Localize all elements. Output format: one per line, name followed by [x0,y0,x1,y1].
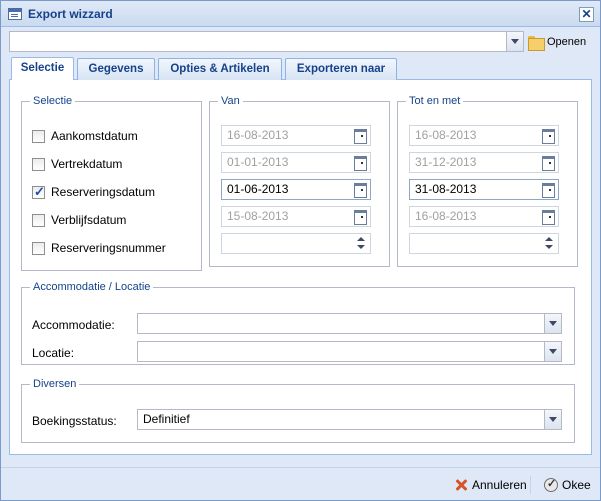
calendar-icon[interactable] [538,180,558,199]
checkbox-vertrekdatum[interactable]: Vertrekdatum [32,156,122,172]
van-reserveringsnummer-field[interactable] [221,233,371,254]
tab-opties-artikelen[interactable]: Opties & Artikelen [158,58,282,80]
tot-en-met-legend: Tot en met [409,95,461,107]
date-value: 16-08-2013 [227,128,289,142]
checkbox-label: Verblijfsdatum [51,213,127,227]
calendar-icon[interactable] [538,126,558,145]
locatie-label: Locatie: [32,346,75,360]
tab-gegevens[interactable]: Gegevens [77,58,155,80]
open-button-label: Openen [547,36,587,48]
ok-button[interactable]: Okee [544,476,591,494]
boekingsstatus-select[interactable]: Definitief [137,409,562,430]
calendar-icon[interactable] [350,126,370,145]
chevron-down-icon[interactable] [544,410,561,429]
chevron-down-icon[interactable] [506,32,523,51]
van-fieldset: Van 16-08-2013 01-01-2013 01-06-2013 15-… [209,95,390,267]
diversen-fieldset: Diversen Boekingsstatus: Definitief [21,378,575,443]
checkbox[interactable] [32,213,45,227]
date-value: 01-06-2013 [227,182,289,196]
spinner-icon[interactable] [540,234,558,253]
close-icon: ✕ [581,7,592,21]
locatie-select[interactable] [137,341,562,362]
open-button[interactable]: Openen [528,33,586,51]
toolbar-separator [530,476,531,494]
van-aankomstdatum-field[interactable]: 16-08-2013 [221,125,371,146]
checkbox-label: Reserveringsnummer [51,241,166,255]
tab-selectie[interactable]: Selectie [11,57,74,81]
tot-en-met-fieldset: Tot en met 16-08-2013 31-12-2013 31-08-2… [397,95,578,267]
window-title: Export wizzard [28,7,113,21]
calendar-icon[interactable] [350,207,370,226]
template-toolbar: Openen [1,28,600,54]
selectie-fieldset: Selectie Aankomstdatum Vertrekdatum Rese… [21,95,202,271]
selectie-legend: Selectie [33,95,73,107]
boekingsstatus-label: Boekingsstatus: [32,414,117,428]
checkbox-label: Aankomstdatum [51,129,138,143]
date-value: 16-08-2013 [415,209,477,223]
accommodatie-fieldset: Accommodatie / Locatie Accommodatie: Loc… [21,281,575,365]
calendar-icon[interactable] [538,153,558,172]
van-legend: Van [221,95,240,107]
tot-verblijfsdatum-field[interactable]: 16-08-2013 [409,206,559,227]
accommodatie-legend: Accommodatie / Locatie [33,281,151,293]
cancel-button-label: Annuleren [472,478,527,492]
date-value: 31-12-2013 [415,155,477,169]
checkbox-checked[interactable] [32,184,45,200]
tot-reserveringsnummer-field[interactable] [409,233,559,254]
accommodatie-label: Accommodatie: [32,318,115,332]
spinner-icon[interactable] [352,234,370,253]
ok-button-label: Okee [562,478,591,492]
template-select[interactable] [9,31,524,52]
van-reserveringsdatum-field[interactable]: 01-06-2013 [221,179,371,200]
folder-open-icon [528,35,545,51]
checkbox-aankomstdatum[interactable]: Aankomstdatum [32,128,138,144]
accommodatie-select[interactable] [137,313,562,334]
tab-label: Gegevens [88,63,144,75]
tot-reserveringsdatum-field[interactable]: 31-08-2013 [409,179,559,200]
calendar-icon[interactable] [350,180,370,199]
tab-label: Exporteren naar [296,63,386,75]
tab-label: Opties & Artikelen [170,63,270,75]
title-bar[interactable]: Export wizzard ✕ [1,1,600,27]
date-value: 31-08-2013 [415,182,477,196]
cancel-button[interactable]: Annuleren [454,476,527,494]
tot-aankomstdatum-field[interactable]: 16-08-2013 [409,125,559,146]
checkbox-verblijfsdatum[interactable]: Verblijfsdatum [32,212,126,228]
checkbox[interactable] [32,241,45,255]
checkbox[interactable] [32,157,45,171]
date-value: 15-08-2013 [227,209,289,223]
close-button[interactable]: ✕ [579,7,594,22]
tab-exporteren-naar[interactable]: Exporteren naar [285,58,397,80]
van-verblijfsdatum-field[interactable]: 15-08-2013 [221,206,371,227]
date-value: 01-01-2013 [227,155,289,169]
checkbox-reserveringsnummer[interactable]: Reserveringsnummer [32,240,166,256]
calendar-icon[interactable] [538,207,558,226]
diversen-legend: Diversen [33,378,77,390]
tot-vertrekdatum-field[interactable]: 31-12-2013 [409,152,559,173]
checkbox-label: Vertrekdatum [51,157,123,171]
date-value: 16-08-2013 [415,128,477,142]
window-icon [8,8,22,20]
checkbox-reserveringsdatum[interactable]: Reserveringsdatum [32,184,155,200]
check-circle-icon [544,477,558,492]
footer-toolbar: Annuleren Okee [1,467,600,500]
checkbox-label: Reserveringsdatum [51,185,156,199]
chevron-down-icon[interactable] [544,342,561,361]
tab-label: Selectie [20,62,65,74]
checkbox[interactable] [32,129,45,143]
cancel-icon [454,478,468,492]
selectie-panel: Selectie Aankomstdatum Vertrekdatum Rese… [9,80,592,455]
select-value: Definitief [143,412,190,426]
tab-bar: Selectie Gegevens Opties & Artikelen Exp… [9,55,592,81]
export-wizard-window: Export wizzard ✕ Openen Selectie Gegeven… [0,0,601,501]
van-vertrekdatum-field[interactable]: 01-01-2013 [221,152,371,173]
calendar-icon[interactable] [350,153,370,172]
chevron-down-icon[interactable] [544,314,561,333]
